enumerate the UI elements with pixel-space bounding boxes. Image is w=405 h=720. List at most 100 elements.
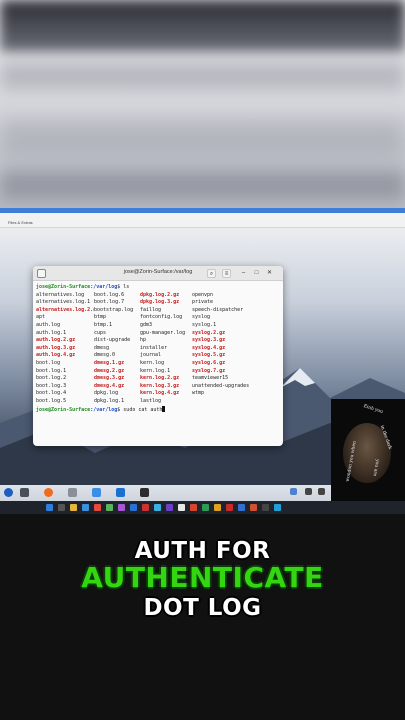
file-entry: teamviewer15: [192, 375, 229, 382]
file-entry: unattended-upgrades: [192, 382, 250, 389]
file-entry: boot.log: [36, 359, 61, 366]
file-entry: private: [192, 299, 214, 306]
file-listing: alternatives.log boot.log.6 dpkg.log.2.gz o…: [36, 292, 280, 406]
start-icon[interactable]: [46, 504, 53, 511]
taskbar-app-icon[interactable]: [106, 504, 113, 511]
apps-icon[interactable]: [20, 488, 29, 497]
file-entry: boot.log.3: [36, 382, 67, 389]
taskbar-app-icon[interactable]: [238, 504, 245, 511]
blurred-background-top: [0, 0, 405, 208]
file-entry: wtmp: [192, 390, 205, 397]
file-entry: installer: [140, 344, 168, 351]
file-entry: kern.log.1: [140, 367, 171, 374]
terminal-titlebar[interactable]: jose@Zorin-Surface:/var/log ⌕ ≡ – □ ✕: [33, 266, 283, 281]
taskbar-app-icon[interactable]: [166, 504, 173, 511]
file-entry: auth.log: [36, 321, 61, 328]
prompt-user: jose@Zorin-Surface: [36, 406, 91, 413]
file-entry: syslog.5.gz: [192, 352, 226, 359]
file-entry: gpu-manager.log: [140, 329, 186, 336]
command-text: $ ls: [117, 284, 130, 290]
file-entry: gdm3: [140, 321, 153, 328]
terminal-dock-icon[interactable]: [140, 488, 149, 497]
prompt-path: :/var/log: [90, 406, 118, 413]
taskbar-app-icon[interactable]: [178, 504, 185, 511]
file-entry: syslog.2.gz: [192, 329, 226, 336]
webcam-text: Einh you: [362, 404, 384, 415]
minimize-icon[interactable]: –: [239, 269, 248, 278]
teamviewer-icon[interactable]: [116, 488, 125, 497]
file-entry: syslog.4.gz: [192, 344, 226, 351]
file-entry: alternatives.log: [36, 291, 85, 298]
webcam-overlay: Einh you in the dark you are wondon you …: [331, 399, 405, 505]
file-entry: boot.log.6: [94, 291, 125, 298]
file-entry: kern.log: [140, 359, 165, 366]
search-icon[interactable]: ⌕: [207, 269, 216, 278]
terminal-output[interactable]: jose@Zorin-Surface:/var/log$ ls alternat…: [33, 281, 283, 413]
taskbar-app-icon[interactable]: [226, 504, 233, 511]
file-entry: alternatives.log.1: [36, 299, 91, 306]
file-entry: boot.log.1: [36, 367, 67, 374]
file-entry: cups: [94, 329, 107, 336]
file-entry: journal: [140, 352, 162, 359]
file-entry: syslog.1: [192, 321, 217, 328]
command-text: $ sudo cat auth: [117, 406, 163, 413]
taskbar-app-icon[interactable]: [214, 504, 221, 511]
file-entry: syslog: [192, 314, 211, 321]
taskbar-app-icon[interactable]: [262, 504, 269, 511]
taskbar-app-icon[interactable]: [70, 504, 77, 511]
text-cursor: [162, 405, 166, 412]
file-entry: dist-upgrade: [94, 337, 131, 344]
desktop-screen: Files & Extras jose@Zorin-Surface:/var/l…: [0, 208, 405, 514]
wifi-icon[interactable]: [305, 488, 312, 495]
taskbar-app-icon[interactable]: [190, 504, 197, 511]
blur-band: [0, 62, 405, 90]
taskbar-app-icon[interactable]: [58, 504, 65, 511]
maximize-icon[interactable]: □: [252, 269, 261, 278]
command-line: jose@Zorin-Surface:/var/log$ ls: [36, 284, 280, 292]
menu-icon[interactable]: ≡: [222, 269, 231, 278]
prompt-path: :/var/log: [90, 284, 118, 290]
taskbar-app-icon[interactable]: [154, 504, 161, 511]
taskbar-app-icon[interactable]: [250, 504, 257, 511]
file-entry: dpkg.log.2.gz: [140, 291, 180, 298]
volume-icon[interactable]: [318, 488, 325, 495]
tray-icon[interactable]: [290, 488, 297, 495]
video-frame: Files & Extras jose@Zorin-Surface:/var/l…: [0, 0, 405, 720]
file-entry: dmesg.1.gz: [94, 359, 125, 366]
file-entry: dmesg.3.gz: [94, 375, 125, 382]
taskbar-app-icon[interactable]: [130, 504, 137, 511]
store-icon[interactable]: [92, 488, 101, 497]
close-icon[interactable]: ✕: [265, 269, 274, 278]
file-entry: boot.log.2: [36, 375, 67, 382]
file-entry: dmesg: [94, 344, 110, 351]
terminal-window[interactable]: jose@Zorin-Surface:/var/log ⌕ ≡ – □ ✕ jo…: [33, 266, 283, 446]
taskbar-app-icon[interactable]: [274, 504, 281, 511]
file-entry: fontconfig.log: [140, 314, 183, 321]
firefox-icon[interactable]: [44, 488, 53, 497]
taskbar-app-icon[interactable]: [82, 504, 89, 511]
zorin-taskbar: [0, 485, 331, 501]
file-entry: boot.log.7: [94, 299, 125, 306]
file-entry: auth.log.3.gz: [36, 344, 76, 351]
file-entry: boot.log.4: [36, 390, 67, 397]
command-line[interactable]: jose@Zorin-Surface:/var/log$ sudo cat au…: [36, 405, 280, 414]
app-menubar: Files & Extras: [0, 218, 405, 228]
taskbar-app-icon[interactable]: [118, 504, 125, 511]
files-icon[interactable]: [68, 488, 77, 497]
taskbar-app-icon[interactable]: [142, 504, 149, 511]
taskbar-app-icon[interactable]: [202, 504, 209, 511]
file-entry: boot.log.5: [36, 397, 67, 404]
file-entry: auth.log.1: [36, 329, 67, 336]
file-entry: kern.log.4.gz: [140, 390, 180, 397]
file-entry: dmesg.2.gz: [94, 367, 125, 374]
file-entry: auth.log.2.gz: [36, 337, 76, 344]
file-entry: [192, 398, 252, 406]
taskbar-app-icon[interactable]: [94, 504, 101, 511]
file-entry: dpkg.log.3.gz: [140, 299, 180, 306]
file-entry: apt: [36, 314, 46, 321]
file-entry: syslog.6.gz: [192, 359, 226, 366]
file-entry: kern.log.2.gz: [140, 375, 180, 382]
file-entry: dpkg.log.1: [94, 397, 125, 404]
zorin-icon[interactable]: [4, 488, 13, 497]
file-entry: dmesg.0: [94, 352, 116, 359]
